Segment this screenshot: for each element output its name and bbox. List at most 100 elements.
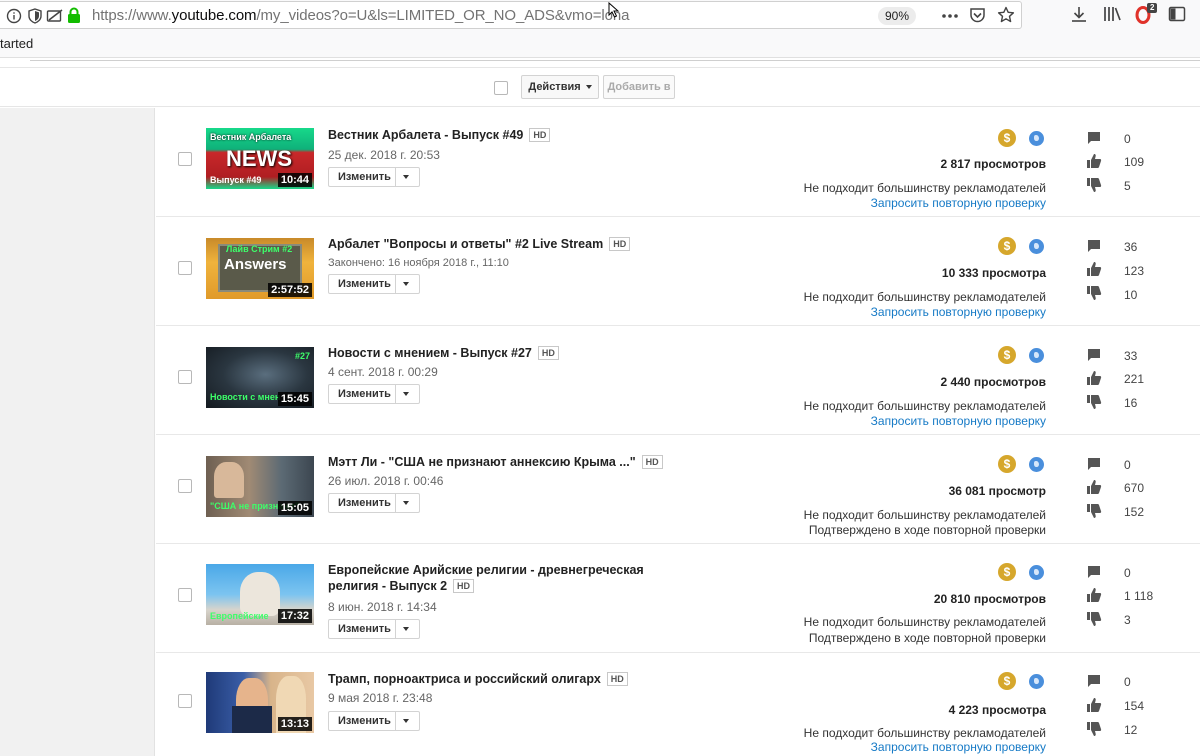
pocket-icon[interactable]	[969, 7, 986, 24]
library-icon[interactable]	[1102, 5, 1122, 23]
opera-badge-icon[interactable]: 2	[1134, 3, 1158, 25]
video-checkbox[interactable]	[178, 588, 192, 602]
monetization-icon[interactable]: $	[998, 563, 1016, 581]
video-row: Вестник Арбалета NEWS Выпуск #49 10:44 В…	[156, 108, 1200, 217]
video-title-text: Мэтт Ли - "США не признают аннексию Крым…	[328, 455, 636, 469]
sidebar-icon[interactable]	[1168, 5, 1186, 23]
chevron-down-icon[interactable]	[403, 627, 409, 631]
video-thumbnail[interactable]: Европейские 17:32	[206, 564, 314, 625]
video-checkbox[interactable]	[178, 370, 192, 384]
ad-status: Не подходит большинству рекламодателей	[803, 615, 1046, 629]
video-checkbox[interactable]	[178, 152, 192, 166]
comment-count: 0	[1124, 566, 1131, 580]
video-duration: 15:45	[277, 392, 312, 406]
downloads-icon[interactable]	[1070, 5, 1088, 23]
divider	[395, 385, 396, 403]
like-count: 154	[1124, 699, 1145, 713]
request-review-link[interactable]: Запросить повторную проверку	[871, 414, 1046, 428]
ad-status: Не подходит большинству рекламодателей	[803, 726, 1046, 740]
edit-label: Изменить	[338, 623, 391, 635]
request-review-link[interactable]: Запросить повторную проверку	[871, 305, 1046, 319]
request-review-link[interactable]: Запросить повторную проверку	[871, 740, 1046, 754]
monetization-icon[interactable]: $	[998, 672, 1016, 690]
hd-badge: HD	[453, 579, 475, 593]
edit-button[interactable]: Изменить	[328, 384, 420, 404]
comment-count: 0	[1124, 458, 1131, 472]
edit-button[interactable]: Изменить	[328, 274, 420, 294]
video-thumbnail[interactable]: "США не признают" 15:05	[206, 456, 314, 517]
video-thumbnail[interactable]: 13:13	[206, 672, 314, 733]
like-count: 1 118	[1124, 589, 1154, 603]
dislike-count: 12	[1124, 723, 1138, 737]
monetization-icon[interactable]: $	[998, 237, 1016, 255]
select-all-checkbox[interactable]	[494, 81, 508, 95]
edit-label: Изменить	[338, 715, 391, 727]
public-globe-icon[interactable]	[1029, 348, 1044, 363]
left-sidebar	[0, 108, 155, 756]
thumbs-up-icon	[1087, 480, 1102, 494]
edit-button[interactable]: Изменить	[328, 711, 420, 731]
public-globe-icon[interactable]	[1029, 239, 1044, 254]
video-checkbox[interactable]	[178, 479, 192, 493]
video-checkbox[interactable]	[178, 694, 192, 708]
view-count: 20 810 просмотров	[933, 592, 1046, 606]
video-title[interactable]: Европейские Арийские религии - древнегре…	[328, 562, 678, 594]
comment-count: 33	[1124, 349, 1138, 363]
info-icon[interactable]	[6, 8, 22, 24]
edit-button[interactable]: Изменить	[328, 493, 420, 513]
monetization-icon[interactable]: $	[998, 129, 1016, 147]
bookmark-star-icon[interactable]	[997, 6, 1015, 24]
video-title[interactable]: Мэтт Ли - "США не признают аннексию Крым…	[328, 454, 688, 470]
video-checkbox[interactable]	[178, 261, 192, 275]
hd-badge: HD	[537, 346, 559, 360]
public-globe-icon[interactable]	[1029, 131, 1044, 146]
thumbnail-text: Answers	[224, 256, 287, 273]
video-title[interactable]: Трамп, порноактриса и российский олигарх…	[328, 671, 688, 687]
public-globe-icon[interactable]	[1029, 674, 1044, 689]
chevron-down-icon[interactable]	[403, 392, 409, 396]
monetization-icon[interactable]: $	[998, 455, 1016, 473]
video-title-text: Трамп, порноактриса и российский олигарх	[328, 672, 601, 686]
video-thumbnail[interactable]: #27 Новости с мнен 15:45	[206, 347, 314, 408]
actions-button[interactable]: Действия	[521, 75, 599, 99]
zoom-indicator[interactable]: 90%	[878, 7, 916, 25]
url-prefix: https://www.	[92, 7, 172, 24]
request-review-link[interactable]: Запросить повторную проверку	[871, 196, 1046, 210]
lock-icon[interactable]	[67, 7, 81, 24]
dislike-count: 3	[1124, 613, 1131, 627]
chevron-down-icon[interactable]	[403, 282, 409, 286]
search-box-edge[interactable]	[30, 58, 1200, 61]
video-thumbnail[interactable]: Лайв Стрим #2 Answers 2:57:52	[206, 238, 314, 299]
public-globe-icon[interactable]	[1029, 565, 1044, 580]
video-row: 13:13 Трамп, порноактриса и российский о…	[156, 653, 1200, 756]
url-path: /my_videos?o=U&ls=LIMITED_OR_NO_ADS&vmo=…	[256, 7, 630, 24]
permissions-icon[interactable]	[46, 8, 64, 24]
chevron-down-icon[interactable]	[403, 501, 409, 505]
video-title-text: Европейские Арийские религии - древнегре…	[328, 563, 644, 593]
chevron-down-icon[interactable]	[403, 719, 409, 723]
add-to-button[interactable]: Добавить в	[603, 75, 675, 99]
bookmark-item[interactable]: tarted	[0, 36, 33, 51]
badge-count: 2	[1150, 3, 1155, 12]
more-actions-icon[interactable]	[941, 8, 959, 24]
chevron-down-icon[interactable]	[403, 175, 409, 179]
video-title[interactable]: Арбалет "Вопросы и ответы" #2 Live Strea…	[328, 236, 688, 252]
edit-button[interactable]: Изменить	[328, 619, 420, 639]
thumbnail-suit	[232, 706, 272, 733]
thumbnail-logo: NEWS	[226, 146, 292, 171]
video-title[interactable]: Вестник Арбалета - Выпуск #49 HD	[328, 127, 688, 143]
edit-button[interactable]: Изменить	[328, 167, 420, 187]
video-duration: 2:57:52	[268, 283, 312, 297]
thumbs-down-icon	[1087, 504, 1102, 518]
tracking-shield-icon[interactable]	[27, 8, 43, 24]
address-bar[interactable]: https://www.youtube.com/my_videos?o=U&ls…	[0, 1, 1022, 29]
video-title[interactable]: Новости с мнением - Выпуск #27 HD	[328, 345, 688, 361]
video-date: 8 июн. 2018 г. 14:34	[328, 600, 437, 614]
like-count: 221	[1124, 372, 1145, 386]
public-globe-icon[interactable]	[1029, 457, 1044, 472]
monetization-icon[interactable]: $	[998, 346, 1016, 364]
video-thumbnail[interactable]: Вестник Арбалета NEWS Выпуск #49 10:44	[206, 128, 314, 189]
thumbs-down-icon	[1087, 286, 1102, 300]
url-text[interactable]: https://www.youtube.com/my_videos?o=U&ls…	[92, 7, 629, 24]
comment-icon	[1088, 132, 1100, 144]
